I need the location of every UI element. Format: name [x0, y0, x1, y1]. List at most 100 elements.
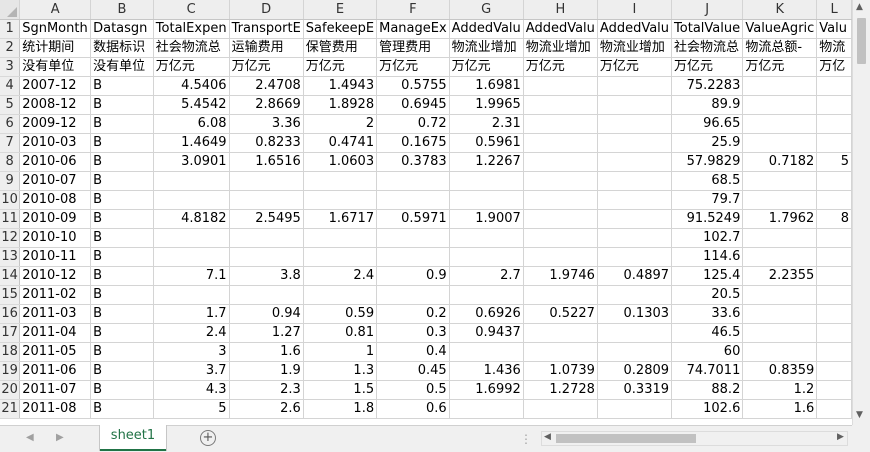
cell[interactable]: 2.8669: [229, 95, 304, 115]
cell[interactable]: 2.6: [229, 399, 304, 419]
cell[interactable]: 1.4943: [303, 76, 378, 96]
cell[interactable]: 5: [153, 399, 230, 419]
cell[interactable]: 2011-02: [19, 285, 92, 305]
cell[interactable]: [523, 190, 598, 210]
cell[interactable]: 1.9965: [449, 95, 524, 115]
cell[interactable]: [816, 304, 852, 324]
cell[interactable]: [816, 133, 852, 153]
cell[interactable]: [742, 171, 818, 191]
cell[interactable]: 1.2267: [449, 152, 524, 172]
cell[interactable]: 2007-12: [19, 76, 92, 96]
cell[interactable]: 1.6: [742, 399, 818, 419]
cell[interactable]: [523, 399, 598, 419]
cell[interactable]: [742, 247, 818, 267]
cell[interactable]: 60: [671, 342, 744, 362]
cell[interactable]: 2010-06: [19, 152, 92, 172]
cell[interactable]: 0.1675: [376, 133, 450, 153]
cell[interactable]: 5: [816, 152, 852, 172]
cell[interactable]: 统计期间: [19, 38, 92, 58]
spreadsheet-grid[interactable]: A B C D E F G H I J K L 1 SgnMonth Datasgn TotalExpen Tr…: [0, 0, 852, 425]
cell[interactable]: [523, 285, 598, 305]
cell[interactable]: 4.3: [153, 380, 230, 400]
cell[interactable]: 2.3: [229, 380, 304, 400]
cell[interactable]: ManageEx: [376, 19, 450, 39]
cell[interactable]: [597, 285, 673, 305]
tab-split-icon[interactable]: ⋮: [520, 432, 532, 446]
cell[interactable]: [376, 171, 450, 191]
cell[interactable]: 2011-07: [19, 380, 92, 400]
row-header[interactable]: 1: [0, 19, 21, 39]
column-header[interactable]: D: [229, 0, 304, 20]
cell[interactable]: [816, 342, 852, 362]
cell[interactable]: [742, 190, 818, 210]
column-header[interactable]: I: [597, 0, 673, 20]
cell[interactable]: [303, 190, 378, 210]
cell[interactable]: B: [90, 228, 154, 248]
cell[interactable]: 2.31: [449, 114, 524, 134]
cell[interactable]: [816, 361, 852, 381]
cell[interactable]: 社会物流总: [671, 38, 744, 58]
cell[interactable]: B: [90, 95, 154, 115]
cell[interactable]: 0.6945: [376, 95, 450, 115]
cell[interactable]: [229, 247, 304, 267]
horizontal-scrollbar[interactable]: ◀ ▶: [541, 431, 848, 446]
cell[interactable]: 物流总额-: [742, 38, 818, 58]
cell[interactable]: TotalExpen: [153, 19, 230, 39]
cell[interactable]: 0.81: [303, 323, 378, 343]
row-header[interactable]: 10: [0, 190, 21, 210]
cell[interactable]: [523, 247, 598, 267]
cell[interactable]: [449, 190, 524, 210]
row-header[interactable]: 12: [0, 228, 21, 248]
cell[interactable]: [597, 114, 673, 134]
row-header[interactable]: 2: [0, 38, 21, 58]
cell[interactable]: [303, 228, 378, 248]
cell[interactable]: [449, 171, 524, 191]
cell[interactable]: 2.4: [153, 323, 230, 343]
cell[interactable]: 2010-10: [19, 228, 92, 248]
cell[interactable]: 1.7: [153, 304, 230, 324]
cell[interactable]: [523, 342, 598, 362]
cell[interactable]: 0.9437: [449, 323, 524, 343]
cell[interactable]: [376, 190, 450, 210]
cell[interactable]: [229, 171, 304, 191]
cell[interactable]: [816, 228, 852, 248]
cell[interactable]: 2011-04: [19, 323, 92, 343]
row-header[interactable]: 18: [0, 342, 21, 362]
cell[interactable]: [376, 228, 450, 248]
cell[interactable]: 1.2: [742, 380, 818, 400]
cell[interactable]: 75.2283: [671, 76, 744, 96]
scroll-down-icon[interactable]: ▼: [856, 410, 863, 420]
cell[interactable]: 1.4649: [153, 133, 230, 153]
cell[interactable]: 万亿元: [597, 57, 673, 77]
cell[interactable]: 74.7011: [671, 361, 744, 381]
cell[interactable]: [816, 76, 852, 96]
cell[interactable]: 0.5961: [449, 133, 524, 153]
cell[interactable]: 数据标识: [90, 38, 154, 58]
cell[interactable]: 0.3783: [376, 152, 450, 172]
cell[interactable]: [153, 285, 230, 305]
cell[interactable]: [597, 209, 673, 229]
cell[interactable]: 1.8: [303, 399, 378, 419]
cell[interactable]: B: [90, 152, 154, 172]
cell[interactable]: 保管费用: [303, 38, 378, 58]
cell[interactable]: [449, 285, 524, 305]
cell[interactable]: [449, 399, 524, 419]
cell[interactable]: 2.4708: [229, 76, 304, 96]
cell[interactable]: 0.8233: [229, 133, 304, 153]
cell[interactable]: [742, 323, 818, 343]
cell[interactable]: Datasgn: [90, 19, 154, 39]
cell[interactable]: 0.59: [303, 304, 378, 324]
cell[interactable]: [597, 342, 673, 362]
column-header[interactable]: A: [19, 0, 92, 20]
cell[interactable]: 4.5406: [153, 76, 230, 96]
cell[interactable]: [742, 76, 818, 96]
cell[interactable]: TotalValue: [671, 19, 744, 39]
row-header[interactable]: 9: [0, 171, 21, 191]
cell[interactable]: [523, 209, 598, 229]
add-sheet-icon[interactable]: +: [200, 430, 216, 446]
cell[interactable]: 2010-03: [19, 133, 92, 153]
cell[interactable]: 物流业增加: [523, 38, 598, 58]
cell[interactable]: [597, 95, 673, 115]
cell[interactable]: 0.3: [376, 323, 450, 343]
cell[interactable]: B: [90, 190, 154, 210]
